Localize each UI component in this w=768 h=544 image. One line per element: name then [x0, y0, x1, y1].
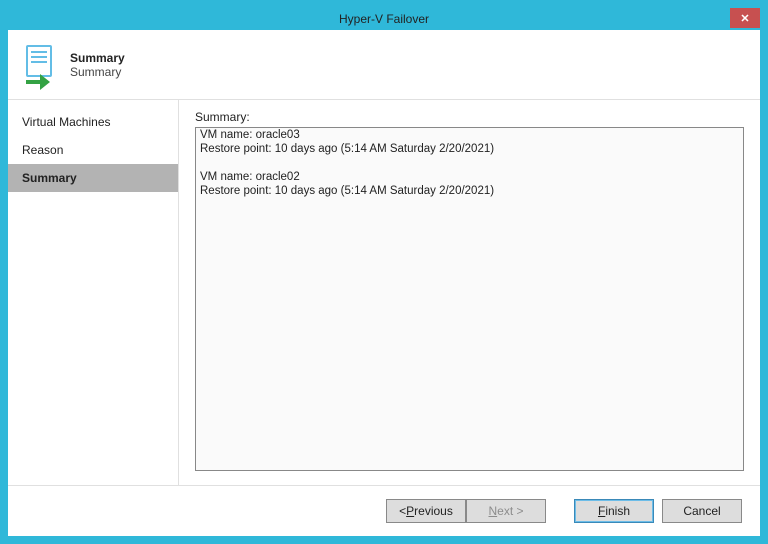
footer: < Previous Next > Finish Cancel — [8, 486, 760, 536]
summary-line: Restore point: 10 days ago (5:14 AM Satu… — [200, 142, 739, 156]
finish-button[interactable]: Finish — [574, 499, 654, 523]
content-pane: Summary: VM name: oracle03 Restore point… — [179, 100, 760, 485]
close-button[interactable]: ✕ — [730, 8, 760, 28]
page-heading: Summary Summary — [70, 51, 125, 79]
close-icon: ✕ — [740, 12, 749, 25]
titlebar: Hyper-V Failover ✕ — [8, 8, 760, 30]
dialog-body: Virtual Machines Reason Summary Summary:… — [8, 100, 760, 486]
summary-line: VM name: oracle02 — [200, 170, 739, 184]
page-header: Summary Summary — [8, 30, 760, 100]
cancel-button[interactable]: Cancel — [662, 499, 742, 523]
summary-line: Restore point: 10 days ago (5:14 AM Satu… — [200, 184, 739, 198]
previous-button[interactable]: < Previous — [386, 499, 466, 523]
page-subtitle: Summary — [70, 65, 125, 79]
next-button: Next > — [466, 499, 546, 523]
wizard-steps: Virtual Machines Reason Summary — [8, 100, 179, 485]
summary-line: VM name: oracle03 — [200, 128, 739, 142]
titlebar-title: Hyper-V Failover — [339, 12, 429, 26]
summary-label: Summary: — [195, 110, 744, 124]
step-reason[interactable]: Reason — [8, 136, 178, 164]
summary-text: VM name: oracle03 Restore point: 10 days… — [195, 127, 744, 471]
blank-line — [200, 156, 739, 170]
page-icon — [16, 40, 66, 90]
page-title: Summary — [70, 51, 125, 65]
dialog-window: Hyper-V Failover ✕ Summary Summary Virtu… — [8, 8, 760, 536]
step-summary[interactable]: Summary — [8, 164, 178, 192]
step-virtual-machines[interactable]: Virtual Machines — [8, 108, 178, 136]
